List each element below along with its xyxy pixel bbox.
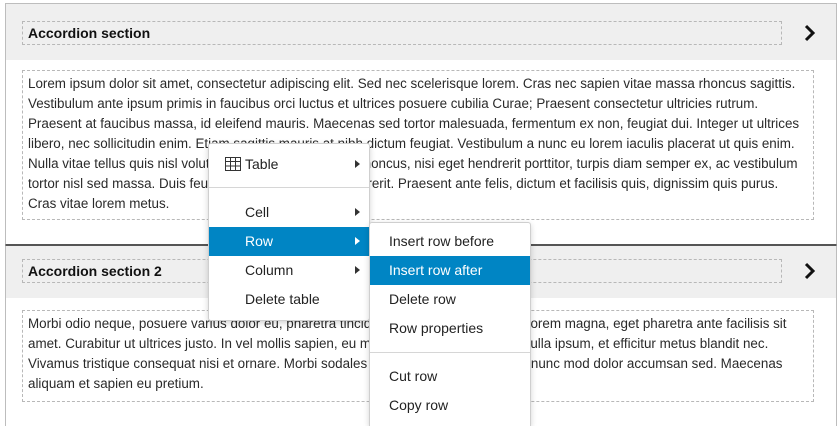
submenu-arrow-icon	[355, 208, 360, 216]
menu-separator	[370, 352, 530, 353]
submenu-arrow-icon	[355, 160, 360, 168]
menu-item-table[interactable]: Table	[209, 150, 369, 179]
menu-item-label: Cut row	[389, 368, 438, 384]
menu-item-delete-table[interactable]: Delete table	[209, 285, 369, 314]
accordion-header[interactable]: Accordion section	[6, 4, 836, 60]
menu-item-label: Insert row before	[389, 233, 495, 249]
menu-item-row-properties[interactable]: Row properties	[370, 314, 530, 343]
submenu-arrow-icon	[355, 237, 360, 245]
menu-item-label: Insert row after	[389, 262, 483, 278]
menu-item-insert-row-after[interactable]: Insert row after	[370, 256, 530, 285]
menu-item-cut-row[interactable]: Cut row	[370, 362, 530, 391]
accordion-title[interactable]: Accordion section	[22, 21, 782, 45]
menu-item-label: Delete row	[389, 291, 456, 307]
menu-separator	[209, 187, 369, 188]
menu-item-delete-row[interactable]: Delete row	[370, 285, 530, 314]
row-submenu: Insert row before Insert row after Delet…	[369, 222, 531, 426]
submenu-arrow-icon	[355, 266, 360, 274]
accordion-body[interactable]: Lorem ipsum dolor sit amet, consectetur …	[22, 70, 814, 220]
context-menu: Table Cell Row Column Delete table	[208, 143, 370, 321]
menu-item-insert-row-before[interactable]: Insert row before	[370, 227, 530, 256]
chevron-right-icon[interactable]	[802, 262, 818, 280]
accordion-body-text[interactable]: Lorem ipsum dolor sit amet, consectetur …	[28, 74, 808, 214]
menu-item-label: Row	[245, 233, 274, 249]
menu-item-label: Row properties	[389, 320, 484, 336]
menu-item-cell[interactable]: Cell	[209, 198, 369, 227]
chevron-right-icon[interactable]	[802, 24, 818, 42]
editor-content[interactable]: Accordion section Lorem ipsum dolor sit …	[0, 0, 839, 426]
menu-item-label: Cell	[245, 204, 270, 220]
menu-item-column[interactable]: Column	[209, 256, 369, 285]
menu-item-label: Copy row	[389, 397, 449, 413]
accordion-section-1: Accordion section Lorem ipsum dolor sit …	[5, 3, 837, 245]
menu-item-copy-row[interactable]: Copy row	[370, 391, 530, 420]
menu-item-label: Column	[245, 262, 294, 278]
menu-item-row[interactable]: Row	[209, 227, 369, 256]
menu-item-label: Delete table	[245, 291, 320, 307]
menu-item-label: Table	[245, 156, 279, 172]
table-icon	[225, 157, 241, 171]
